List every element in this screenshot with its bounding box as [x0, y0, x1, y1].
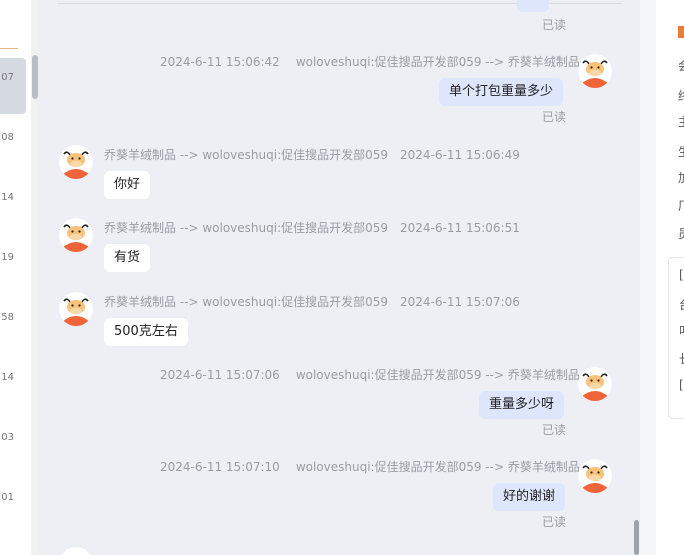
info-label: 终: [678, 87, 684, 104]
info-label: 厂: [678, 197, 684, 214]
bull-avatar-icon: [578, 367, 612, 401]
bull-avatar-icon: [59, 292, 93, 326]
list-divider: [0, 48, 18, 49]
message-route: 乔葵羊绒制品 --> woloveshuqi:促佳搜品开发部059: [104, 295, 389, 309]
message-meta: 2024-6-11 15:07:10 woloveshuqi:促佳搜品开发部059…: [160, 458, 580, 475]
info-panel: 会 终 主 生 加 厂 员 [ 台 叫 长 [: [656, 0, 684, 555]
message-route: woloveshuqi:促佳搜品开发部059 --> 乔葵羊绒制品: [295, 368, 580, 382]
chat-history: ... 已读 2024-6-11 15:06:42 woloveshuqi:促佳搜…: [39, 0, 640, 555]
read-status: 已读: [542, 18, 567, 32]
message-route: woloveshuqi:促佳搜品开发部059 --> 乔葵羊绒制品: [295, 460, 580, 474]
info-box-text: [: [679, 268, 684, 282]
message-meta: 乔葵羊绒制品 --> woloveshuqi:促佳搜品开发部059 2024-6-…: [104, 293, 520, 310]
read-status: 已读: [542, 515, 567, 529]
info-label: 生: [678, 143, 684, 160]
conversation-item-count[interactable]: 58: [0, 312, 14, 323]
conversation-item-count[interactable]: 08: [0, 132, 14, 143]
chat-scrollbar[interactable]: [633, 0, 640, 555]
message-bubble-outgoing: 单个打包重量多少: [439, 78, 564, 106]
message-time: 2024-6-11 15:06:51: [400, 221, 520, 235]
message-meta: 乔葵羊绒制品 --> woloveshuqi:促佳搜品开发部059 2024-6-…: [104, 146, 520, 163]
conversation-item-count[interactable]: 03: [0, 432, 14, 443]
info-box: [ 台 叫 长 [: [668, 257, 684, 419]
info-label: 主: [678, 113, 684, 130]
conversation-item-active[interactable]: [0, 58, 26, 114]
info-label: 加: [678, 169, 684, 186]
bull-avatar-icon: [578, 54, 612, 88]
bull-avatar-icon: [61, 547, 91, 555]
info-label: 员: [678, 225, 684, 242]
message-route: 乔葵羊绒制品 --> woloveshuqi:促佳搜品开发部059: [104, 148, 389, 162]
message-bubble-outgoing: 好的谢谢: [493, 483, 566, 511]
message-route: 乔葵羊绒制品 --> woloveshuqi:促佳搜品开发部059: [104, 221, 389, 235]
list-scrollbar-thumb[interactable]: [32, 55, 38, 99]
bull-avatar-icon: [59, 145, 93, 179]
message-bubble-incoming: 有货: [104, 244, 151, 272]
conversation-item-count[interactable]: 19: [0, 252, 14, 263]
read-status: 已读: [542, 110, 567, 124]
message-bubble-partial: ...: [517, 0, 550, 12]
brand-tag-icon: [678, 26, 684, 38]
message-route: woloveshuqi:促佳搜品开发部059 --> 乔葵羊绒制品: [295, 55, 580, 69]
message-bubble-outgoing: 重量多少呀: [479, 391, 565, 419]
chat-scrollbar-thumb[interactable]: [634, 520, 639, 555]
info-box-text: 台: [679, 296, 684, 313]
conversation-item-count[interactable]: 01: [0, 492, 14, 503]
message-time: 2024-6-11 15:07:10: [160, 460, 280, 474]
conversation-item-count[interactable]: 14: [0, 372, 14, 383]
conversation-item-count[interactable]: 07: [0, 72, 14, 83]
conversation-list: 07 08 14 19 58 14 03 01: [0, 0, 33, 555]
bull-avatar-icon: [578, 459, 612, 493]
message-time: 2024-6-11 15:06:42: [160, 55, 280, 69]
read-status: 已读: [542, 423, 567, 437]
info-box-text: [: [679, 378, 684, 392]
info-box-text: 长: [679, 350, 684, 367]
message-meta: 乔葵羊绒制品 --> woloveshuqi:促佳搜品开发部059 2024-6-…: [104, 219, 520, 236]
message-time: 2024-6-11 15:07:06: [400, 295, 520, 309]
list-scrollbar[interactable]: [31, 0, 39, 555]
info-box-text: 叫: [679, 322, 684, 339]
message-time: 2024-6-11 15:07:06: [160, 368, 280, 382]
conversation-item-count[interactable]: 14: [0, 192, 14, 203]
info-label: 会: [678, 57, 684, 74]
message-meta: 2024-6-11 15:07:06 woloveshuqi:促佳搜品开发部059…: [160, 366, 580, 383]
bull-avatar-icon: [59, 218, 93, 252]
message-time: 2024-6-11 15:06:49: [400, 148, 520, 162]
message-meta: 2024-6-11 15:06:42 woloveshuqi:促佳搜品开发部059…: [160, 53, 580, 70]
message-bubble-incoming: 500克左右: [104, 318, 188, 346]
message-bubble-incoming: 你好: [104, 171, 151, 199]
